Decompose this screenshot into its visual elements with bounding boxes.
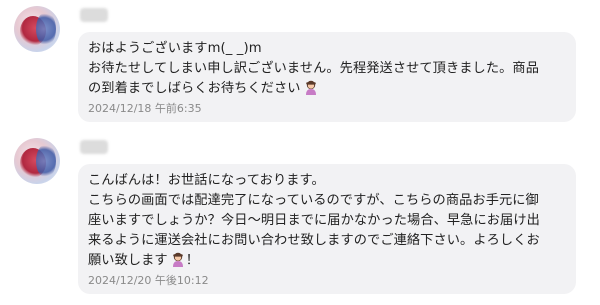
timestamp: 2024/12/18 午前6:35	[88, 102, 202, 115]
message-text: こんばんは！お世話になっております。 こちらの画面では配達完了になっているのです…	[88, 173, 540, 268]
woman-bowing-icon	[172, 252, 183, 267]
message-text: おはようございますm(_ _)m お待たせしてしまい申し訳ございません。先程発送…	[88, 41, 539, 96]
message-bubble[interactable]: こんばんは！お世話になっております。 こちらの画面では配達完了になっているのです…	[78, 164, 576, 294]
avatar[interactable]	[14, 6, 60, 52]
timestamp: 2024/12/20 午後10:12	[88, 274, 209, 287]
woman-bowing-icon	[305, 80, 316, 95]
sender-name-blurred	[80, 8, 108, 22]
sender-name-blurred	[80, 140, 108, 154]
avatar[interactable]	[14, 138, 60, 184]
message-bubble[interactable]: おはようございますm(_ _)m お待たせしてしまい申し訳ございません。先程発送…	[78, 32, 576, 122]
